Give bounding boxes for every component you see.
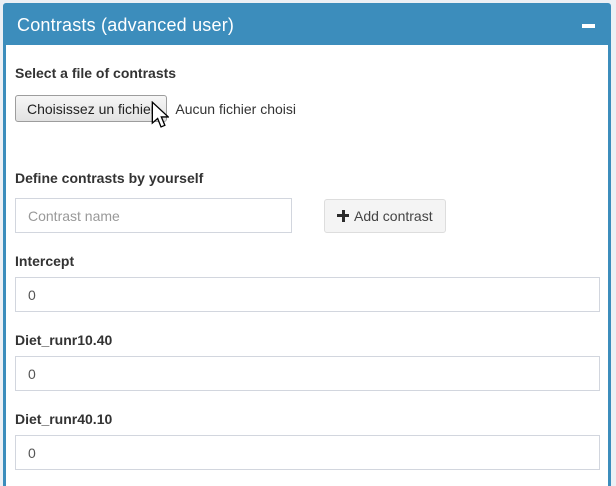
- file-status-text: Aucun fichier choisi: [175, 101, 296, 117]
- contrast-name-row: Add contrast: [15, 198, 600, 233]
- contrast-field-label-diet-runr40-10: Diet_runr40.10: [15, 411, 600, 427]
- file-section-label: Select a file of contrasts: [15, 65, 600, 81]
- contrasts-panel: Contrasts (advanced user) Select a file …: [3, 3, 611, 486]
- diet-runr10-40-input[interactable]: [15, 356, 600, 391]
- intercept-input[interactable]: [15, 277, 600, 312]
- contrast-name-input[interactable]: [15, 198, 292, 233]
- file-input: Choisissez un fichier Aucun fichier choi…: [15, 95, 600, 122]
- contrast-field-label-diet-runr10-40: Diet_runr10.40: [15, 332, 600, 348]
- plus-icon: [337, 210, 349, 222]
- add-contrast-label: Add contrast: [354, 208, 433, 224]
- panel-title: Contrasts (advanced user): [17, 15, 234, 36]
- contrast-field-label-intercept: Intercept: [15, 253, 600, 269]
- choose-file-button[interactable]: Choisissez un fichier: [15, 95, 167, 122]
- diet-runr40-10-input[interactable]: [15, 435, 600, 470]
- panel-body: Select a file of contrasts Choisissez un…: [6, 45, 608, 480]
- define-section-label: Define contrasts by yourself: [15, 170, 600, 186]
- add-contrast-button[interactable]: Add contrast: [324, 199, 446, 233]
- panel-header: Contrasts (advanced user): [6, 6, 608, 45]
- collapse-button[interactable]: [577, 15, 599, 37]
- minus-icon: [582, 24, 595, 28]
